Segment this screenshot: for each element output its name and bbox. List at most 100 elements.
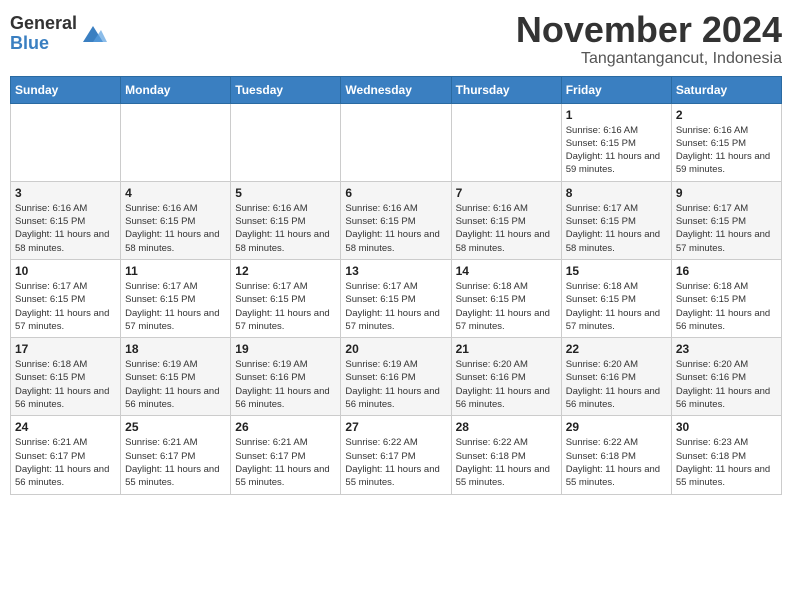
weekday-header-thursday: Thursday bbox=[451, 76, 561, 103]
day-number: 17 bbox=[15, 342, 116, 356]
day-number: 19 bbox=[235, 342, 336, 356]
day-number: 15 bbox=[566, 264, 667, 278]
month-title: November 2024 bbox=[516, 10, 782, 50]
calendar-cell: 5 Sunrise: 6:16 AM Sunset: 6:15 PM Daylig… bbox=[231, 181, 341, 259]
day-number: 25 bbox=[125, 420, 226, 434]
calendar-cell: 3Sunrise: 6:16 AM Sunset: 6:15 PM Daylig… bbox=[11, 181, 121, 259]
weekday-header-saturday: Saturday bbox=[671, 76, 781, 103]
day-number: 28 bbox=[456, 420, 557, 434]
calendar-cell: 14 Sunrise: 6:18 AM Sunset: 6:15 PM Dayli… bbox=[451, 259, 561, 337]
logo-general: General bbox=[10, 14, 77, 34]
day-detail: Sunrise: 6:16 AM Sunset: 6:15 PM Dayligh… bbox=[345, 202, 446, 255]
weekday-header-row: SundayMondayTuesdayWednesdayThursdayFrid… bbox=[11, 76, 782, 103]
calendar-cell: 4Sunrise: 6:16 AM Sunset: 6:15 PM Daylig… bbox=[121, 181, 231, 259]
day-number: 6 bbox=[345, 186, 446, 200]
logo-blue: Blue bbox=[10, 34, 77, 54]
day-number: 3 bbox=[15, 186, 116, 200]
calendar-week-2: 3 Sunrise: 6:16 AM Sunset: 6:15 PM Daylig… bbox=[11, 181, 782, 259]
calendar-cell: 11 Sunrise: 6:17 AM Sunset: 6:15 PM Dayli… bbox=[121, 259, 231, 337]
day-number: 21 bbox=[456, 342, 557, 356]
logo-container: General Blue bbox=[10, 14, 107, 54]
calendar-cell: 30Sunrise: 6:23 AM Sunset: 6:18 PM Dayli… bbox=[671, 416, 781, 494]
day-detail: Sunrise: 6:17 AM Sunset: 6:15 PM Dayligh… bbox=[235, 280, 336, 333]
calendar-cell: 17 Sunrise: 6:18 AM Sunset: 6:15 PM Dayli… bbox=[11, 338, 121, 416]
day-detail: Sunrise: 6:19 AM Sunset: 6:16 PM Dayligh… bbox=[345, 358, 446, 411]
day-detail: Sunrise: 6:21 AM Sunset: 6:17 PM Dayligh… bbox=[15, 436, 116, 489]
day-number: 14 bbox=[456, 264, 557, 278]
day-detail: Sunrise: 6:22 AM Sunset: 6:18 PM Dayligh… bbox=[456, 436, 557, 489]
calendar-cell bbox=[341, 103, 451, 181]
calendar-cell: 7 Sunrise: 6:16 AM Sunset: 6:15 PM Daylig… bbox=[451, 181, 561, 259]
logo: General Blue bbox=[10, 10, 107, 54]
day-number: 2 bbox=[676, 108, 777, 122]
title-section: November 2024 Tangantangancut, Indonesia bbox=[516, 10, 782, 68]
weekday-header-wednesday: Wednesday bbox=[341, 76, 451, 103]
calendar-cell: 8 Sunrise: 6:17 AM Sunset: 6:15 PM Daylig… bbox=[561, 181, 671, 259]
day-detail: Sunrise: 6:17 AM Sunset: 6:15 PM Dayligh… bbox=[566, 202, 667, 255]
day-detail: Sunrise: 6:19 AM Sunset: 6:16 PM Dayligh… bbox=[235, 358, 336, 411]
calendar-cell: 9Sunrise: 6:17 AM Sunset: 6:15 PM Daylig… bbox=[671, 181, 781, 259]
logo-text: General Blue bbox=[10, 14, 77, 54]
day-number: 12 bbox=[235, 264, 336, 278]
day-number: 26 bbox=[235, 420, 336, 434]
calendar-cell: 16 Sunrise: 6:18 AM Sunset: 6:15 PM Dayli… bbox=[671, 259, 781, 337]
day-number: 27 bbox=[345, 420, 446, 434]
calendar-cell: 29 Sunrise: 6:22 AM Sunset: 6:18 PM Dayli… bbox=[561, 416, 671, 494]
weekday-header-tuesday: Tuesday bbox=[231, 76, 341, 103]
day-detail: Sunrise: 6:20 AM Sunset: 6:16 PM Dayligh… bbox=[676, 358, 777, 411]
day-detail: Sunrise: 6:17 AM Sunset: 6:15 PM Dayligh… bbox=[125, 280, 226, 333]
day-number: 18 bbox=[125, 342, 226, 356]
calendar-cell: 19 Sunrise: 6:19 AM Sunset: 6:16 PM Dayli… bbox=[231, 338, 341, 416]
location-subtitle: Tangantangancut, Indonesia bbox=[516, 50, 782, 68]
calendar-cell: 22Sunrise: 6:20 AM Sunset: 6:16 PM Dayli… bbox=[561, 338, 671, 416]
calendar-cell: 18 Sunrise: 6:19 AM Sunset: 6:15 PM Dayli… bbox=[121, 338, 231, 416]
day-number: 8 bbox=[566, 186, 667, 200]
calendar-cell: 6 Sunrise: 6:16 AM Sunset: 6:15 PM Daylig… bbox=[341, 181, 451, 259]
day-detail: Sunrise: 6:22 AM Sunset: 6:18 PM Dayligh… bbox=[566, 436, 667, 489]
calendar-week-4: 17 Sunrise: 6:18 AM Sunset: 6:15 PM Dayli… bbox=[11, 338, 782, 416]
day-detail: Sunrise: 6:17 AM Sunset: 6:15 PM Dayligh… bbox=[676, 202, 777, 255]
day-detail: Sunrise: 6:22 AM Sunset: 6:17 PM Dayligh… bbox=[345, 436, 446, 489]
calendar-week-5: 24Sunrise: 6:21 AM Sunset: 6:17 PM Dayli… bbox=[11, 416, 782, 494]
day-number: 10 bbox=[15, 264, 116, 278]
calendar-cell bbox=[11, 103, 121, 181]
day-detail: Sunrise: 6:21 AM Sunset: 6:17 PM Dayligh… bbox=[235, 436, 336, 489]
day-detail: Sunrise: 6:16 AM Sunset: 6:15 PM Dayligh… bbox=[566, 124, 667, 177]
calendar-cell: 25Sunrise: 6:21 AM Sunset: 6:17 PM Dayli… bbox=[121, 416, 231, 494]
calendar-cell: 26 Sunrise: 6:21 AM Sunset: 6:17 PM Dayli… bbox=[231, 416, 341, 494]
day-number: 23 bbox=[676, 342, 777, 356]
day-number: 1 bbox=[566, 108, 667, 122]
day-detail: Sunrise: 6:18 AM Sunset: 6:15 PM Dayligh… bbox=[566, 280, 667, 333]
day-detail: Sunrise: 6:18 AM Sunset: 6:15 PM Dayligh… bbox=[456, 280, 557, 333]
header: General Blue November 2024 Tangantanganc… bbox=[10, 10, 782, 68]
day-detail: Sunrise: 6:16 AM Sunset: 6:15 PM Dayligh… bbox=[676, 124, 777, 177]
calendar-cell: 21Sunrise: 6:20 AM Sunset: 6:16 PM Dayli… bbox=[451, 338, 561, 416]
calendar-table: SundayMondayTuesdayWednesdayThursdayFrid… bbox=[10, 76, 782, 495]
day-number: 22 bbox=[566, 342, 667, 356]
day-number: 16 bbox=[676, 264, 777, 278]
calendar-cell: 20 Sunrise: 6:19 AM Sunset: 6:16 PM Dayli… bbox=[341, 338, 451, 416]
day-number: 11 bbox=[125, 264, 226, 278]
logo-icon bbox=[79, 20, 107, 48]
calendar-cell bbox=[121, 103, 231, 181]
calendar-cell: 28 Sunrise: 6:22 AM Sunset: 6:18 PM Dayli… bbox=[451, 416, 561, 494]
weekday-header-sunday: Sunday bbox=[11, 76, 121, 103]
calendar-cell: 10 Sunrise: 6:17 AM Sunset: 6:15 PM Dayli… bbox=[11, 259, 121, 337]
day-detail: Sunrise: 6:18 AM Sunset: 6:15 PM Dayligh… bbox=[676, 280, 777, 333]
calendar-cell bbox=[231, 103, 341, 181]
calendar-cell: 12 Sunrise: 6:17 AM Sunset: 6:15 PM Dayli… bbox=[231, 259, 341, 337]
day-number: 20 bbox=[345, 342, 446, 356]
day-number: 5 bbox=[235, 186, 336, 200]
day-detail: Sunrise: 6:16 AM Sunset: 6:15 PM Dayligh… bbox=[456, 202, 557, 255]
day-detail: Sunrise: 6:19 AM Sunset: 6:15 PM Dayligh… bbox=[125, 358, 226, 411]
day-detail: Sunrise: 6:16 AM Sunset: 6:15 PM Dayligh… bbox=[125, 202, 226, 255]
weekday-header-friday: Friday bbox=[561, 76, 671, 103]
day-detail: Sunrise: 6:17 AM Sunset: 6:15 PM Dayligh… bbox=[15, 280, 116, 333]
day-detail: Sunrise: 6:18 AM Sunset: 6:15 PM Dayligh… bbox=[15, 358, 116, 411]
calendar-week-3: 10 Sunrise: 6:17 AM Sunset: 6:15 PM Dayli… bbox=[11, 259, 782, 337]
day-detail: Sunrise: 6:16 AM Sunset: 6:15 PM Dayligh… bbox=[235, 202, 336, 255]
day-number: 7 bbox=[456, 186, 557, 200]
calendar-header: SundayMondayTuesdayWednesdayThursdayFrid… bbox=[11, 76, 782, 103]
day-number: 29 bbox=[566, 420, 667, 434]
calendar-cell: 2 Sunrise: 6:16 AM Sunset: 6:15 PM Daylig… bbox=[671, 103, 781, 181]
